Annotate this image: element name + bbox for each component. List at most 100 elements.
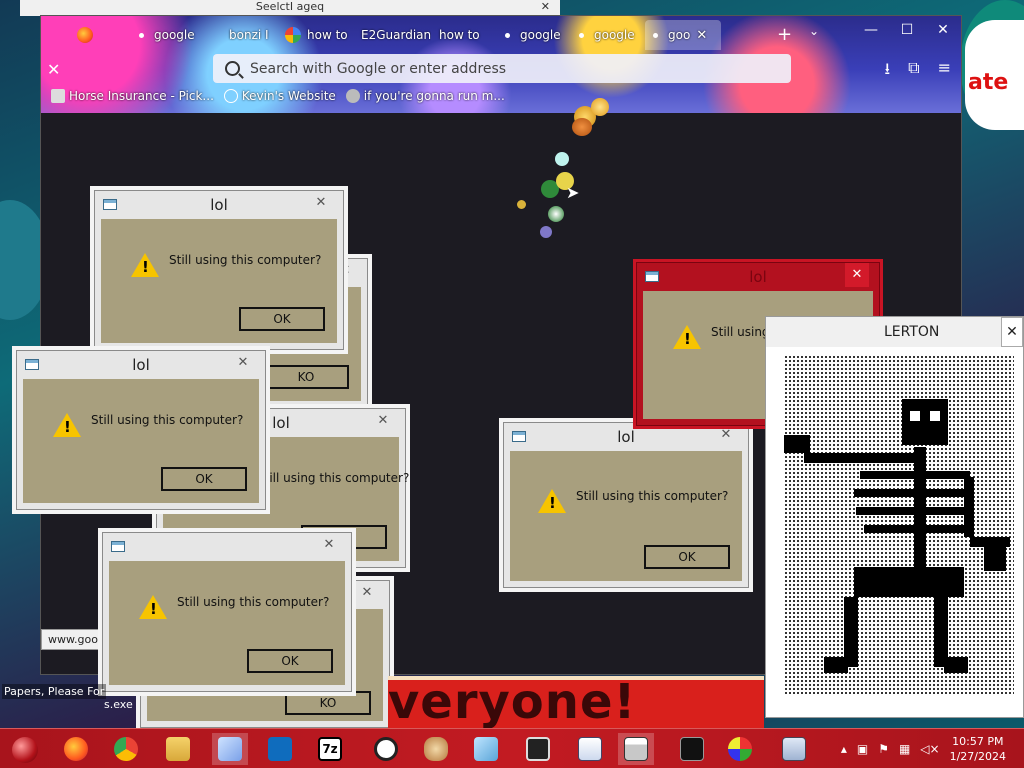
- everyone-banner: veryone!: [388, 676, 764, 728]
- taskbar-calculator[interactable]: [776, 733, 812, 765]
- tab-list-button[interactable]: ⌄: [809, 24, 819, 38]
- skeleton-hand: [984, 547, 1006, 571]
- dialog-titlebar[interactable]: lol ✕: [504, 423, 748, 451]
- close-icon[interactable]: ✕: [309, 191, 333, 215]
- close-icon[interactable]: ✕: [355, 581, 379, 605]
- bookmark-label: Kevin's Website: [241, 89, 336, 103]
- tab-label: how to: [307, 28, 348, 42]
- chicken-icon: [424, 737, 448, 761]
- url-input[interactable]: [250, 60, 750, 77]
- minimize-button[interactable]: —: [853, 18, 889, 42]
- tab-firefox[interactable]: [69, 20, 131, 50]
- taskbar-chrome[interactable]: [108, 733, 144, 765]
- ko-button[interactable]: KO: [285, 691, 371, 715]
- taskbar-wordpad[interactable]: [572, 733, 608, 765]
- ok-button[interactable]: OK: [644, 545, 730, 569]
- bookmark-horse-insurance[interactable]: Horse Insurance - Pick...: [51, 89, 214, 103]
- address-bar[interactable]: [213, 54, 791, 83]
- maximize-button[interactable]: ☐: [889, 18, 925, 42]
- network-icon[interactable]: ▦: [899, 742, 910, 756]
- system-tray: ▴ ▣ ⚑ ▦ ◁× 10:57 PM 1/27/2024: [841, 729, 1024, 768]
- taskbar-firefox[interactable]: [58, 733, 94, 765]
- tab-google-2[interactable]: google: [497, 20, 571, 50]
- dialog-titlebar[interactable]: ✕: [103, 533, 351, 561]
- tab-e2guardian[interactable]: E2Guardian: [353, 20, 431, 50]
- warning-icon: [673, 325, 701, 349]
- taskbar-7zip[interactable]: 7z: [312, 733, 348, 765]
- chevron-up-icon[interactable]: ▴: [841, 742, 847, 756]
- taskbar: 7z ▴ ▣ ⚑ ▦ ◁× 10:57 PM 1/27/2024: [0, 728, 1024, 768]
- taskbar-file-explorer[interactable]: [160, 733, 196, 765]
- volume-muted-icon[interactable]: ◁×: [920, 742, 939, 756]
- close-icon[interactable]: ✕: [696, 28, 707, 43]
- tab-google[interactable]: google: [131, 20, 221, 50]
- close-icon[interactable]: ✕: [371, 409, 395, 433]
- skeleton-image: [784, 399, 1010, 673]
- tab-label: how to: [439, 28, 480, 42]
- sparkle: [548, 206, 564, 222]
- bookmark-favicon-icon: [345, 89, 360, 103]
- close-icon[interactable]: ✕: [845, 263, 869, 287]
- tab-google-3[interactable]: google: [571, 20, 645, 50]
- network-display-icon[interactable]: ▣: [857, 742, 868, 756]
- taskbar-paint[interactable]: [722, 733, 758, 765]
- close-icon[interactable]: ✕: [541, 0, 550, 13]
- taskbar-skull[interactable]: [368, 733, 404, 765]
- tab-bonzi[interactable]: bonzi I: [221, 20, 277, 50]
- ok-button[interactable]: OK: [247, 649, 333, 673]
- taskbar-app-window[interactable]: [618, 733, 654, 765]
- cursor-app-icon: [218, 737, 242, 761]
- taskbar-outlook[interactable]: [262, 733, 298, 765]
- taskbar-cursor-app[interactable]: [212, 733, 248, 765]
- back-arrow-icon[interactable]: ✕: [47, 60, 60, 79]
- close-icon[interactable]: ✕: [714, 423, 738, 447]
- skeleton-rib: [860, 471, 970, 479]
- taskbar-chicken[interactable]: [418, 733, 454, 765]
- background-window-titlebar[interactable]: SeelctI ageq ✕: [20, 0, 560, 16]
- dialog-titlebar[interactable]: lol ✕: [637, 263, 879, 291]
- taskbar-do-not-disturb[interactable]: [520, 733, 556, 765]
- clock-time: 10:57 PM: [952, 735, 1004, 748]
- firefox-icon: [64, 737, 88, 761]
- desktop-shortcut-papers-please[interactable]: Papers, Please For: [2, 684, 107, 699]
- download-icon[interactable]: ⭳: [885, 58, 891, 85]
- paint-icon: [728, 737, 752, 761]
- taskbar-notepad[interactable]: [468, 733, 504, 765]
- tab-how-to[interactable]: how to: [277, 20, 353, 50]
- ok-button[interactable]: OK: [161, 467, 247, 491]
- close-icon[interactable]: ✕: [231, 351, 255, 375]
- clock[interactable]: 10:57 PM 1/27/2024: [950, 734, 1006, 764]
- skeleton-window: LERTON ✕: [765, 316, 1024, 718]
- close-button[interactable]: ✕: [925, 18, 961, 42]
- start-button[interactable]: [12, 737, 38, 763]
- tab-how-to-2[interactable]: how to: [431, 20, 497, 50]
- skeleton-pelvis: [854, 567, 964, 597]
- bookmark-kevins-website[interactable]: Kevin's Website: [223, 89, 336, 103]
- skeleton-rib: [864, 525, 964, 533]
- skeleton-arm: [804, 453, 914, 463]
- dialog-titlebar[interactable]: lol ✕: [95, 191, 343, 219]
- window-controls: — ☐ ✕: [853, 18, 961, 42]
- close-icon[interactable]: ✕: [317, 533, 341, 557]
- warning-icon: [53, 413, 81, 437]
- flag-icon[interactable]: ⚑: [878, 742, 889, 756]
- file-explorer-icon: [166, 737, 190, 761]
- background-window-title: SeelctI ageq: [255, 0, 325, 13]
- menu-icon[interactable]: ≡: [938, 58, 951, 85]
- taskbar-terminal[interactable]: [674, 733, 710, 765]
- skeleton-window-titlebar[interactable]: LERTON ✕: [766, 317, 1023, 347]
- new-tab-button[interactable]: +: [777, 24, 792, 45]
- bookmark-if-youre-gonna[interactable]: if you're gonna run m...: [345, 89, 505, 103]
- close-icon[interactable]: ✕: [1001, 317, 1023, 347]
- desktop-shortcut-exe[interactable]: s.exe: [104, 698, 133, 711]
- app-window-icon: [512, 431, 526, 442]
- ko-button[interactable]: KO: [263, 365, 349, 389]
- tab-active[interactable]: goo ✕: [645, 20, 721, 50]
- dialog-titlebar[interactable]: lol ✕: [17, 351, 265, 379]
- dialog-lol: lol ✕ Still using this computer? OK: [94, 190, 344, 350]
- chrome-icon: [114, 737, 138, 761]
- sparkle: [540, 226, 552, 238]
- ok-button[interactable]: OK: [239, 307, 325, 331]
- extensions-icon[interactable]: ⧉: [908, 58, 919, 85]
- dialog-message: Still using this computer?: [177, 595, 330, 609]
